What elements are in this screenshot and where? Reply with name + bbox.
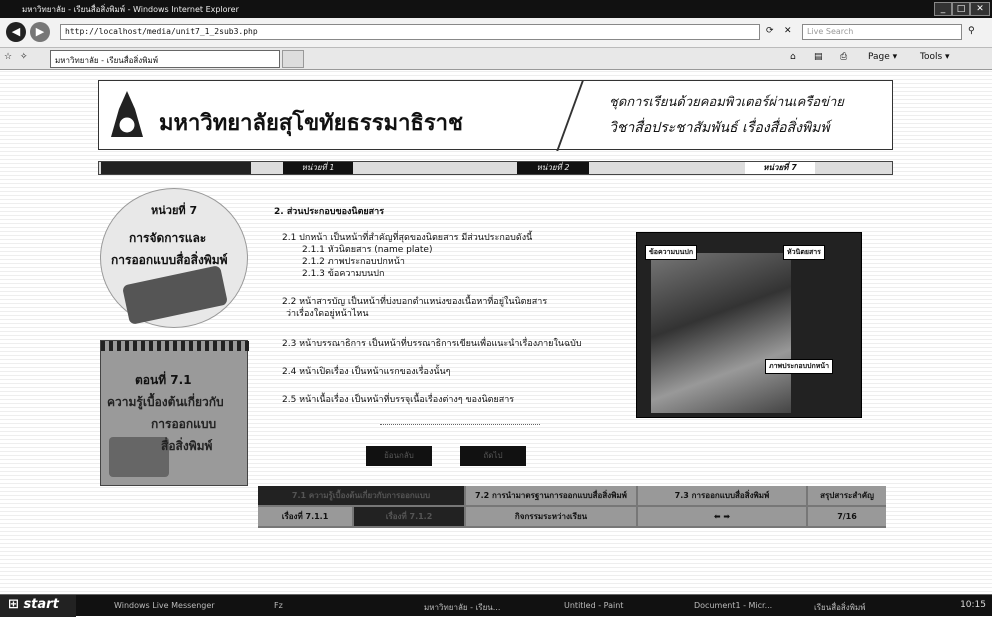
- close-icon[interactable]: ✕: [970, 2, 990, 16]
- window-title: มหาวิทยาลัย - เรียนสื่อสิ่งพิมพ์ - Windo…: [22, 5, 239, 14]
- refresh-icon[interactable]: ⟳: [766, 26, 774, 36]
- label-cover-image: ภาพประกอบปกหน้า: [765, 359, 834, 374]
- taskbar-item[interactable]: มหาวิทยาลัย - เรียน...: [420, 598, 504, 614]
- course-series: ชุดการเรียนด้วยคอมพิวเตอร์ผ่านเครือข่าย: [609, 95, 844, 110]
- topic-notepad: ตอนที่ 7.1 ความรู้เบื้องต้นเกี่ยวกับ การ…: [100, 340, 249, 486]
- search-icon[interactable]: ⚲: [968, 26, 975, 36]
- taskbar-item[interactable]: Untitled - Paint: [560, 598, 627, 614]
- unit-title-line1: การจัดการและ: [129, 231, 207, 245]
- start-label: start: [23, 597, 59, 612]
- item-2-5: 2.5 หน้าเนื้อเรื่อง เป็นหน้าที่บรรจุเนื้…: [282, 395, 515, 405]
- cover-photo: [651, 253, 791, 413]
- unit-number: หน่วยที่ 7: [151, 204, 198, 217]
- label-nameplate: หัวนิตยสาร: [783, 245, 825, 260]
- unit-nav: หน่วยที่ 1 หน่วยที่ 2 หน่วยที่ 7: [98, 161, 893, 175]
- topic-number: ตอนที่ 7.1: [135, 373, 192, 387]
- unit-nav-home[interactable]: [101, 162, 251, 174]
- books-stack-icon: [109, 437, 169, 477]
- unit-emblem: หน่วยที่ 7 การจัดการและ การออกแบบสื่อสิ่…: [100, 188, 248, 328]
- content-divider: [380, 424, 540, 425]
- topic-title-line3: สื่อสิ่งพิมพ์: [161, 439, 213, 453]
- taskbar-item[interactable]: Fz: [270, 598, 287, 614]
- minimize-icon[interactable]: _: [934, 2, 952, 16]
- tab-label: มหาวิทยาลัย - เรียนสื่อสิ่งพิมพ์: [55, 56, 159, 65]
- page-indicator: 7/16: [808, 507, 886, 526]
- university-name: มหาวิทยาลัยสุโขทัยธรรมาธิราช: [159, 110, 463, 136]
- unit-nav-current: หน่วยที่ 7: [745, 162, 815, 174]
- windows-logo-icon: ⊞: [8, 597, 19, 612]
- feeds-icon[interactable]: ▤: [814, 52, 823, 62]
- arrow-right-icon[interactable]: ➡: [723, 512, 730, 521]
- page-menu-label: Page: [868, 52, 890, 62]
- window-titlebar: มหาวิทยาลัย - เรียนสื่อสิ่งพิมพ์ - Windo…: [0, 0, 992, 18]
- home-icon[interactable]: ⌂: [790, 52, 796, 62]
- page-menu[interactable]: Page ▾: [868, 52, 897, 62]
- add-favorite-icon[interactable]: ✧: [20, 52, 28, 62]
- topic-title-line1: ความรู้เบื้องต้นเกี่ยวกับ: [107, 395, 224, 409]
- nav-7-2[interactable]: 7.2 การนำมาตรฐานการออกแบบสื่อสิ่งพิมพ์: [466, 486, 636, 505]
- magazine-cover-image: ข้อความบนปก หัวนิตยสาร ภาพประกอบปกหน้า: [636, 232, 862, 418]
- topic-title-line2: การออกแบบ: [151, 417, 217, 431]
- tools-menu-label: Tools: [920, 52, 943, 62]
- nav-activity[interactable]: กิจกรรมระหว่างเรียน: [466, 507, 636, 526]
- nav-topic[interactable]: เรื่องที่ 7.1.1: [258, 507, 352, 526]
- start-button[interactable]: ⊞ start: [0, 595, 76, 617]
- url-input[interactable]: http://localhost/media/unit7_1_2sub3.php: [60, 24, 760, 40]
- nav-topic-2[interactable]: เรื่องที่ 7.1.2: [354, 507, 464, 526]
- course-title: วิชาสื่อประชาสัมพันธ์ เรื่องสื่อสิ่งพิมพ…: [609, 120, 830, 136]
- search-input[interactable]: Live Search: [802, 24, 962, 40]
- nav-summary[interactable]: สรุปสาระสำคัญ: [808, 486, 886, 505]
- nav-7-1[interactable]: 7.1 ความรู้เบื้องต้นเกี่ยวกับการออกแบบ: [258, 486, 464, 505]
- prev-button[interactable]: ย้อนกลับ: [366, 446, 432, 466]
- university-logo-icon: [111, 91, 143, 137]
- clock: 10:15: [960, 600, 986, 610]
- unit-nav-1[interactable]: หน่วยที่ 1: [283, 162, 353, 174]
- item-2-2-cont: ว่าเรื่องใดอยู่หน้าไหน: [286, 309, 369, 319]
- tools-menu[interactable]: Tools ▾: [920, 52, 950, 62]
- notepad-rings: [101, 341, 249, 351]
- taskbar-item[interactable]: Document1 - Micr...: [690, 598, 776, 614]
- forward-icon[interactable]: ▶: [30, 22, 50, 42]
- item-2-4: 2.4 หน้าเปิดเรื่อง เป็นหน้าแรกของเรื่องน…: [282, 367, 451, 377]
- print-icon[interactable]: ⎙: [840, 52, 847, 62]
- taskbar: ⊞ start Windows Live Messenger Fz มหาวิท…: [0, 594, 992, 617]
- address-bar: ◀ ▶ http://localhost/media/unit7_1_2sub3…: [0, 18, 992, 48]
- tab-active[interactable]: มหาวิทยาลัย - เรียนสื่อสิ่งพิมพ์: [50, 50, 280, 68]
- section-heading: 2. ส่วนประกอบของนิตยสาร: [274, 207, 385, 217]
- maximize-icon[interactable]: □: [952, 2, 970, 16]
- book-icon: [121, 265, 229, 325]
- taskbar-item[interactable]: Windows Live Messenger: [110, 598, 219, 614]
- item-2-1-3: 2.1.3 ข้อความบนปก: [302, 269, 385, 279]
- site-banner: มหาวิทยาลัยสุโขทัยธรรมาธิราช ชุดการเรียน…: [98, 80, 893, 151]
- next-button[interactable]: ถัดไป: [460, 446, 526, 466]
- nav-arrows[interactable]: ⬅ ➡: [638, 507, 806, 526]
- tab-bar: ☆ ✧ มหาวิทยาลัย - เรียนสื่อสิ่งพิมพ์ ⌂ ▤…: [0, 48, 992, 70]
- label-cover-text: ข้อความบนปก: [645, 245, 698, 260]
- banner-divider: [556, 81, 584, 151]
- item-2-3: 2.3 หน้าบรรณาธิการ เป็นหน้าที่บรรณาธิการ…: [282, 339, 582, 349]
- nav-7-3[interactable]: 7.3 การออกแบบสื่อสิ่งพิมพ์: [638, 486, 806, 505]
- arrow-left-icon[interactable]: ⬅: [714, 512, 721, 521]
- favorites-star-icon[interactable]: ☆: [4, 52, 12, 62]
- back-icon[interactable]: ◀: [6, 22, 26, 42]
- new-tab-button[interactable]: [282, 50, 304, 68]
- unit-nav-2[interactable]: หน่วยที่ 2: [517, 162, 589, 174]
- stop-icon[interactable]: ✕: [784, 26, 792, 36]
- lesson-nav-table: 7.1 ความรู้เบื้องต้นเกี่ยวกับการออกแบบ 7…: [258, 486, 886, 528]
- taskbar-item[interactable]: เรียนสื่อสิ่งพิมพ์: [810, 598, 869, 614]
